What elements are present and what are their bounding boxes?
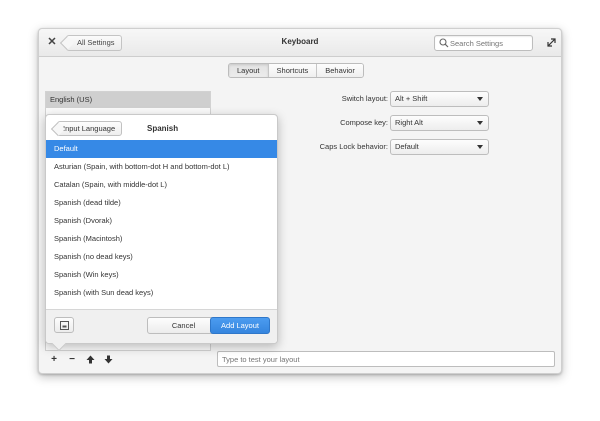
tab-layout[interactable]: Layout bbox=[229, 64, 269, 77]
caps-lock-row: Caps Lock behavior: Default bbox=[289, 139, 549, 155]
compose-key-value: Right Alt bbox=[395, 118, 423, 127]
caps-lock-combo[interactable]: Default bbox=[390, 139, 489, 155]
input-language-back-button[interactable]: Input Language bbox=[57, 121, 123, 136]
caps-lock-label: Caps Lock behavior: bbox=[319, 142, 388, 151]
move-up-icon[interactable] bbox=[85, 355, 95, 365]
list-item[interactable]: Spanish (no dead keys) bbox=[46, 248, 277, 266]
list-item[interactable]: Default bbox=[46, 140, 277, 158]
variant-list: Default Asturian (Spain, with bottom-dot… bbox=[46, 140, 277, 302]
expand-icon[interactable] bbox=[547, 38, 556, 47]
tab-behavior[interactable]: Behavior bbox=[317, 64, 363, 77]
keyboard-map-button[interactable] bbox=[54, 317, 74, 333]
list-item[interactable]: Spanish (Dvorak) bbox=[46, 212, 277, 230]
chevron-down-icon bbox=[477, 121, 483, 125]
keyboard-icon bbox=[60, 321, 69, 330]
list-item[interactable]: Spanish (dead tilde) bbox=[46, 194, 277, 212]
search-icon bbox=[439, 38, 449, 48]
switch-layout-value: Alt + Shift bbox=[395, 94, 428, 103]
test-layout-input[interactable] bbox=[217, 351, 555, 367]
popover-title: Spanish bbox=[147, 124, 179, 133]
compose-key-row: Compose key: Right Alt bbox=[289, 115, 549, 131]
list-item[interactable]: Spanish (Win keys) bbox=[46, 266, 277, 284]
tab-shortcuts[interactable]: Shortcuts bbox=[268, 64, 318, 77]
add-icon[interactable]: + bbox=[49, 354, 59, 365]
chevron-down-icon bbox=[477, 145, 483, 149]
switch-layout-combo[interactable]: Alt + Shift bbox=[390, 91, 489, 107]
list-item[interactable]: English (US) bbox=[46, 92, 210, 108]
add-layout-button[interactable]: Add Layout bbox=[210, 317, 270, 334]
switch-layout-label: Switch layout: bbox=[341, 94, 388, 103]
list-item[interactable]: Spanish (Macintosh) bbox=[46, 230, 277, 248]
compose-key-label: Compose key: bbox=[340, 118, 388, 127]
layout-toolbar: + − bbox=[45, 351, 211, 368]
add-layout-popover: Input Language Spanish Default Asturian … bbox=[45, 114, 278, 352]
list-item[interactable]: Spanish (with Sun dead keys) bbox=[46, 284, 277, 302]
remove-icon[interactable]: − bbox=[67, 354, 77, 365]
popover-footer: Cancel Add Layout bbox=[46, 309, 277, 343]
move-down-icon[interactable] bbox=[103, 355, 113, 365]
tab-switcher: Layout Shortcuts Behavior bbox=[228, 63, 364, 78]
titlebar: ✕ All Settings Keyboard bbox=[39, 29, 561, 57]
compose-key-combo[interactable]: Right Alt bbox=[390, 115, 489, 131]
search-field[interactable] bbox=[434, 35, 533, 51]
chevron-down-icon bbox=[477, 97, 483, 101]
list-item[interactable]: Catalan (Spain, with middle-dot L) bbox=[46, 176, 277, 194]
switch-layout-row: Switch layout: Alt + Shift bbox=[289, 91, 549, 107]
caps-lock-value: Default bbox=[395, 142, 419, 151]
list-item[interactable]: Asturian (Spain, with bottom-dot H and b… bbox=[46, 158, 277, 176]
search-input[interactable] bbox=[450, 37, 530, 49]
